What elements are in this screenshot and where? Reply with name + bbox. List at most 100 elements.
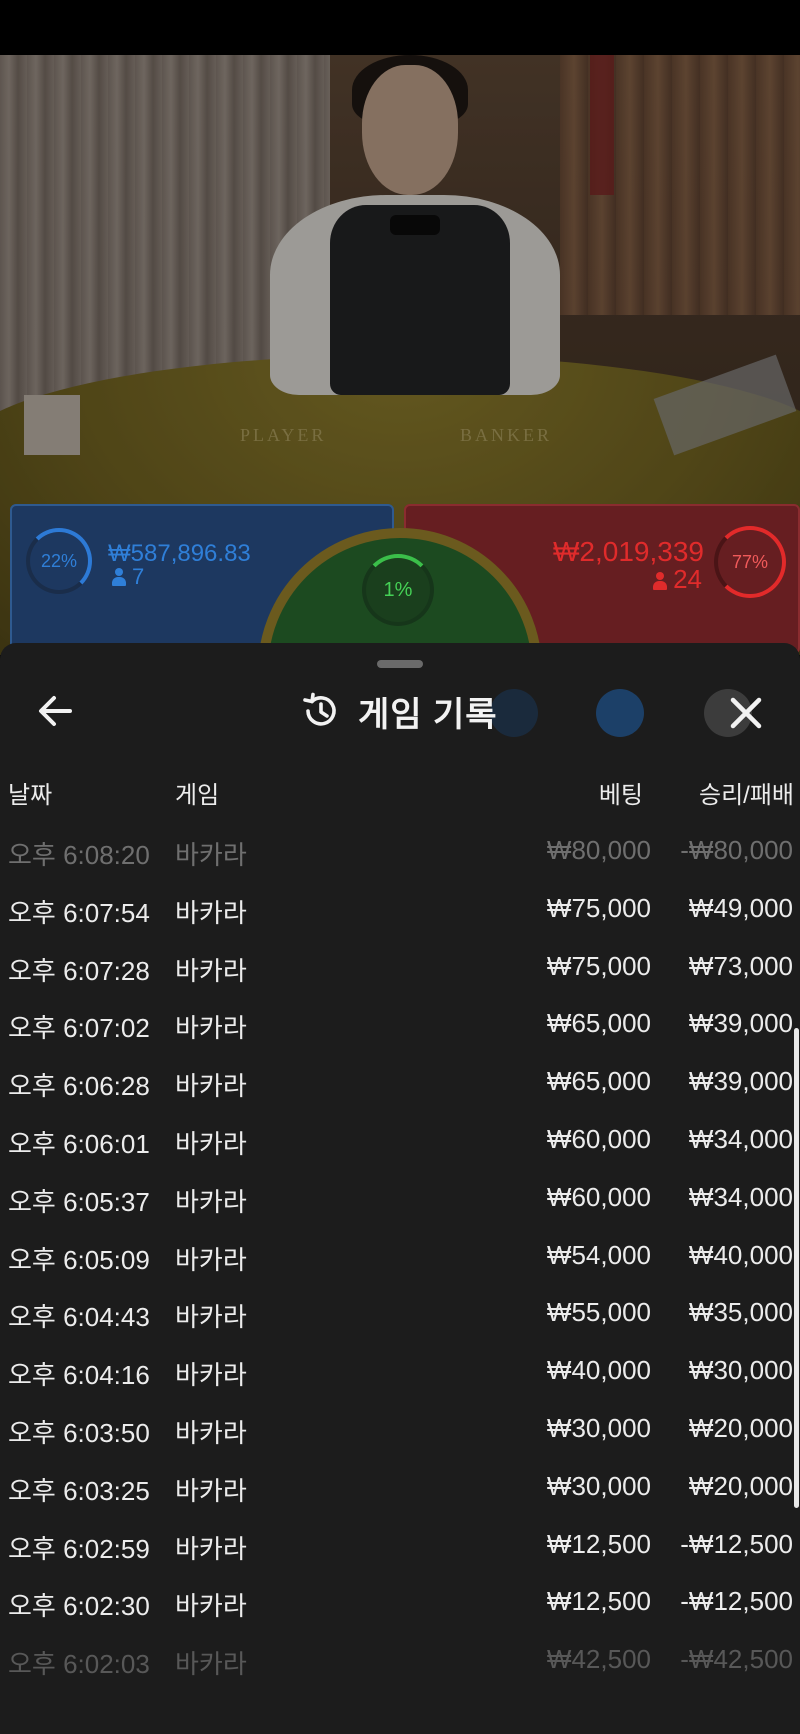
column-bet: 베팅	[598, 782, 643, 809]
table-row[interactable]: 오후 6:04:16 바카라 ₩40,000 ₩30,000	[0, 1343, 800, 1401]
banker-bettor-count: 24	[653, 564, 702, 595]
table-row[interactable]: 오후 6:05:09 바카라 ₩54,000 ₩40,000	[0, 1228, 800, 1286]
column-game: 게임	[175, 782, 220, 809]
table-row[interactable]: 오후 6:02:30 바카라 ₩12,500 -₩12,500	[0, 1574, 800, 1632]
row-game: 바카라	[175, 1649, 247, 1680]
row-bet: ₩80,000	[546, 835, 651, 865]
row-result: ₩35,000	[688, 1297, 793, 1328]
row-result: ₩34,000	[688, 1123, 793, 1154]
row-bet: ₩60,000	[546, 1181, 651, 1212]
game-history-sheet: 게임 기록 날짜 게임 베팅 승리/패배 오후 6:08:20 바카라 ₩80,…	[0, 643, 800, 1734]
row-game: 바카라	[175, 840, 247, 870]
row-bet: ₩65,000	[546, 1008, 651, 1039]
row-bet: ₩40,000	[546, 1355, 651, 1386]
history-list[interactable]: 오후 6:08:20 바카라 ₩80,000 -₩80,000 오후 6:07:…	[0, 823, 800, 1690]
row-time: 오후 6:06:01	[8, 1128, 150, 1159]
row-time: 오후 6:07:02	[8, 1013, 150, 1044]
row-game: 바카라	[175, 1533, 247, 1564]
row-time: 오후 6:02:30	[8, 1591, 150, 1622]
row-result: -₩12,500	[680, 1528, 793, 1559]
row-time: 오후 6:07:28	[8, 955, 150, 986]
row-game: 바카라	[175, 1591, 247, 1622]
row-time: 오후 6:04:16	[8, 1360, 150, 1391]
row-time: 오후 6:05:09	[8, 1244, 150, 1275]
row-result: -₩42,500	[680, 1644, 793, 1675]
row-result: ₩20,000	[688, 1470, 793, 1501]
row-result: ₩40,000	[688, 1239, 793, 1270]
row-bet: ₩12,500	[546, 1586, 651, 1617]
drag-handle[interactable]	[377, 660, 423, 668]
row-game: 바카라	[175, 1071, 247, 1102]
person-icon	[653, 572, 668, 590]
row-game: 바카라	[175, 1013, 247, 1044]
table-row[interactable]: 오후 6:07:02 바카라 ₩65,000 ₩39,000	[0, 996, 800, 1054]
table-header: 날짜 게임 베팅 승리/패배	[0, 763, 800, 813]
row-result: -₩12,500	[680, 1586, 793, 1617]
row-bet: ₩55,000	[546, 1297, 651, 1328]
row-bet: ₩54,000	[546, 1239, 651, 1270]
banker-percent-ring: 77%	[714, 526, 786, 598]
column-result: 승리/패배	[699, 782, 794, 809]
row-bet: ₩42,500	[546, 1644, 651, 1675]
column-date: 날짜	[8, 782, 53, 809]
player-bettor-count: 7	[112, 564, 144, 590]
table-row[interactable]: 오후 6:03:50 바카라 ₩30,000 ₩20,000	[0, 1401, 800, 1459]
row-time: 오후 6:02:59	[8, 1533, 150, 1564]
sheet-header: 게임 기록	[300, 685, 498, 737]
close-button[interactable]	[718, 685, 774, 741]
row-game: 바카라	[175, 1244, 247, 1275]
row-time: 오후 6:08:20	[8, 840, 150, 870]
row-result: ₩73,000	[688, 950, 793, 981]
row-bet: ₩65,000	[546, 1066, 651, 1097]
person-icon	[112, 568, 126, 586]
table-row[interactable]: 오후 6:08:20 바카라 ₩80,000 -₩80,000	[0, 823, 800, 881]
table-row[interactable]: 오후 6:07:28 바카라 ₩75,000 ₩73,000	[0, 939, 800, 997]
table-row[interactable]: 오후 6:06:28 바카라 ₩65,000 ₩39,000	[0, 1054, 800, 1112]
row-time: 오후 6:06:28	[8, 1071, 150, 1102]
row-bet: ₩12,500	[546, 1528, 651, 1559]
banker-percent: 77%	[731, 551, 769, 572]
row-bet: ₩30,000	[546, 1470, 651, 1501]
bet-statistics-bar: 22% ₩587,896.83 7 ₩2,019,339 24 77% 1%	[0, 500, 800, 812]
tie-percent: 1%	[383, 578, 413, 601]
history-clock-icon	[303, 692, 336, 726]
arrow-left-icon	[39, 696, 72, 726]
row-time: 오후 6:03:25	[8, 1475, 150, 1506]
row-time: 오후 6:03:50	[8, 1417, 150, 1448]
table-row[interactable]: 오후 6:04:43 바카라 ₩55,000 ₩35,000	[0, 1285, 800, 1343]
page-title: 게임 기록	[358, 695, 498, 734]
row-result: ₩39,000	[688, 1066, 793, 1097]
table-row[interactable]: 오후 6:05:37 바카라 ₩60,000 ₩34,000	[0, 1170, 800, 1228]
row-result: ₩30,000	[688, 1355, 793, 1386]
scrollbar[interactable]	[794, 1028, 799, 1508]
row-time: 오후 6:07:54	[8, 897, 150, 928]
table-row[interactable]: 오후 6:07:54 바카라 ₩75,000 ₩49,000	[0, 881, 800, 939]
row-game: 바카라	[175, 897, 247, 928]
row-game: 바카라	[175, 1417, 247, 1448]
back-button[interactable]	[30, 685, 82, 737]
row-time: 오후 6:04:43	[8, 1302, 150, 1333]
row-game: 바카라	[175, 955, 247, 986]
row-bet: ₩75,000	[546, 892, 651, 923]
background-icon	[596, 689, 644, 737]
row-result: ₩34,000	[688, 1181, 793, 1212]
row-result: ₩49,000	[688, 892, 793, 923]
row-game: 바카라	[175, 1128, 247, 1159]
player-percent-ring: 22%	[26, 528, 92, 594]
table-row[interactable]: 오후 6:06:01 바카라 ₩60,000 ₩34,000	[0, 1112, 800, 1170]
row-result: -₩80,000	[680, 835, 793, 865]
row-time: 오후 6:05:37	[8, 1186, 150, 1217]
row-time: 오후 6:02:03	[8, 1649, 150, 1680]
tie-percent-ring: 1%	[362, 554, 434, 626]
row-bet: ₩75,000	[546, 950, 651, 981]
table-row[interactable]: 오후 6:02:59 바카라 ₩12,500 -₩12,500	[0, 1517, 800, 1575]
row-game: 바카라	[175, 1360, 247, 1391]
row-game: 바카라	[175, 1186, 247, 1217]
player-percent: 22%	[40, 550, 78, 571]
table-row[interactable]: 오후 6:02:03 바카라 ₩42,500 -₩42,500	[0, 1632, 800, 1690]
row-game: 바카라	[175, 1475, 247, 1506]
row-bet: ₩60,000	[546, 1123, 651, 1154]
row-game: 바카라	[175, 1302, 247, 1333]
close-x-icon	[730, 697, 762, 729]
table-row[interactable]: 오후 6:03:25 바카라 ₩30,000 ₩20,000	[0, 1459, 800, 1517]
